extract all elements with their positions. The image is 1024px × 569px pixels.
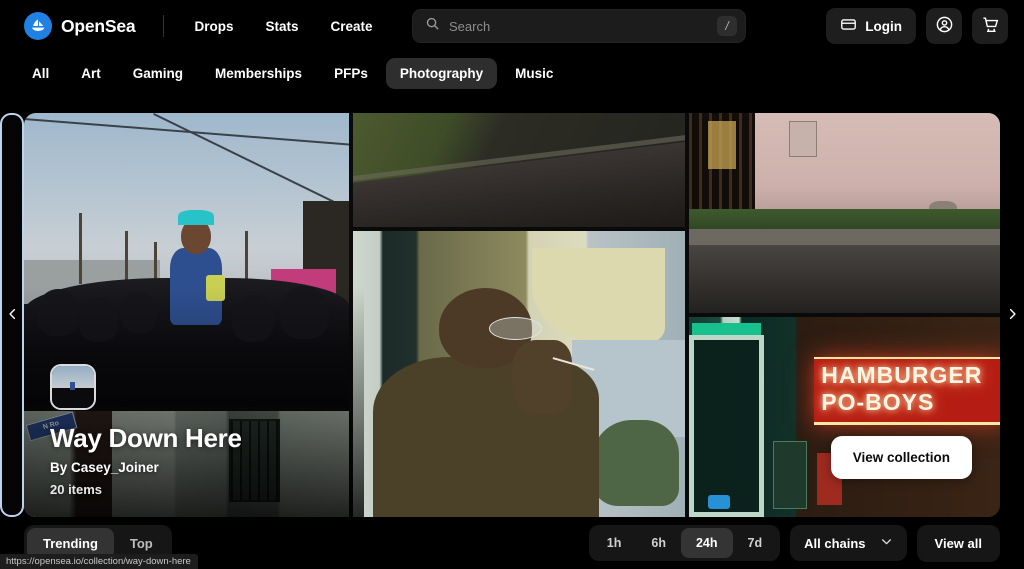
timeframe-24h[interactable]: 24h [680, 528, 733, 558]
chain-filter-dropdown[interactable]: All chains [790, 525, 907, 561]
carousel-prev-button[interactable] [0, 113, 24, 517]
chevron-right-icon [1006, 305, 1019, 326]
search-input[interactable] [449, 18, 708, 34]
hero-photo-parade [24, 113, 349, 407]
nav-link-stats[interactable]: Stats [255, 12, 308, 41]
brand-name: OpenSea [61, 15, 136, 36]
neon-sign-line2: PO-BOYS [821, 388, 935, 415]
collection-creator: By Casey_Joiner [50, 460, 159, 475]
neon-sign-line1: HAMBURGER [821, 362, 983, 389]
bottom-filters: 1h 6h 24h 7d All chains View all [588, 524, 1000, 562]
chevron-down-icon [880, 535, 893, 551]
category-tab-memberships[interactable]: Memberships [201, 58, 316, 89]
category-tab-art[interactable]: Art [67, 58, 115, 89]
category-tab-pfps[interactable]: PFPs [320, 58, 382, 89]
search-shortcut-badge: / [717, 16, 737, 36]
profile-circle-icon [935, 15, 954, 37]
chain-filter-label: All chains [804, 535, 866, 551]
primary-nav-links: Drops Stats Create [184, 12, 382, 41]
hero-column-middle [352, 113, 686, 517]
view-collection-button[interactable]: View collection [830, 436, 972, 479]
nav-link-create[interactable]: Create [321, 12, 383, 41]
status-bar-url: https://opensea.io/collection/way-down-h… [0, 554, 198, 569]
timeframe-7d[interactable]: 7d [733, 528, 778, 558]
wallet-icon [840, 16, 857, 36]
category-tab-music[interactable]: Music [501, 58, 567, 89]
collection-avatar [50, 364, 96, 411]
hero-photo-pink-wall [689, 113, 1000, 313]
collection-title: Way Down Here [50, 423, 242, 454]
timeframe-6h[interactable]: 6h [636, 528, 681, 558]
hero-collection-info: Way Down Here By Casey_Joiner 20 items [50, 364, 350, 497]
featured-collection-hero[interactable]: N Ro HAMBURGER PO-BOYS Way Down Here By … [24, 113, 1000, 517]
nav-right-actions: Login [826, 8, 1008, 44]
login-label: Login [865, 18, 902, 34]
chevron-left-icon [6, 305, 19, 326]
top-navigation-bar: OpenSea Drops Stats Create / Log [0, 0, 1024, 52]
shopping-cart-icon [981, 15, 1000, 37]
neon-sign: HAMBURGER PO-BOYS [813, 357, 1000, 425]
search-icon [425, 16, 440, 36]
category-tab-photography[interactable]: Photography [385, 58, 498, 89]
hero-photo-man-smoking [352, 231, 686, 517]
category-tab-all[interactable]: All [18, 58, 63, 89]
timeframe-selector: 1h 6h 24h 7d [588, 525, 781, 561]
collection-items-count: 20 items [50, 482, 103, 497]
store-logo-icon [707, 495, 730, 509]
brand-home-link[interactable]: OpenSea [24, 12, 136, 40]
login-button[interactable]: Login [826, 8, 916, 44]
hero-photo-neon-storefront: HAMBURGER PO-BOYS [689, 317, 1000, 517]
search-container: / [412, 9, 746, 43]
view-all-button[interactable]: View all [916, 524, 1000, 562]
nav-divider [163, 15, 165, 37]
hero-photo-asphalt [352, 113, 686, 227]
nav-link-drops[interactable]: Drops [184, 12, 243, 41]
cart-button[interactable] [972, 8, 1008, 44]
category-tab-gaming[interactable]: Gaming [119, 58, 197, 89]
timeframe-1h[interactable]: 1h [592, 528, 637, 558]
carousel-next-button[interactable] [1000, 113, 1024, 517]
search-box[interactable]: / [412, 9, 746, 43]
profile-button[interactable] [926, 8, 962, 44]
sailboat-icon [24, 12, 52, 40]
category-tabs: All Art Gaming Memberships PFPs Photogra… [0, 52, 1024, 99]
